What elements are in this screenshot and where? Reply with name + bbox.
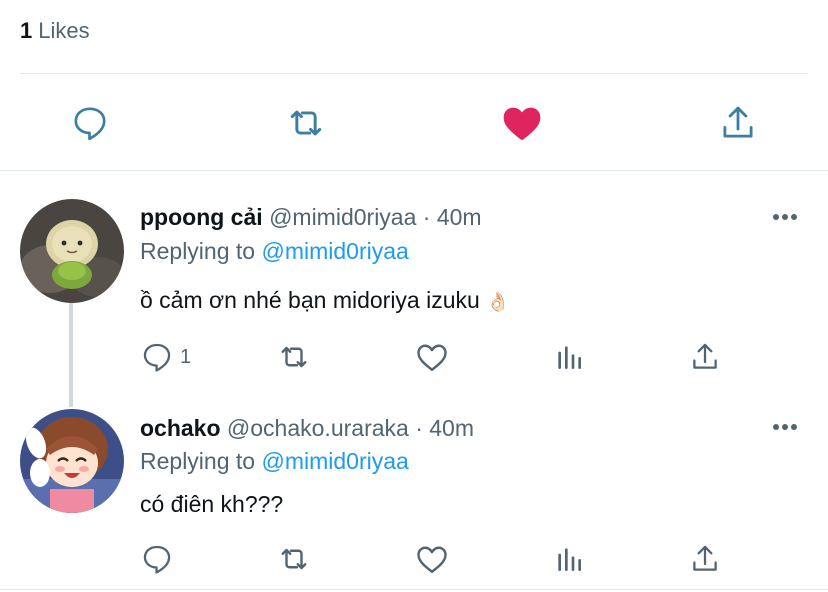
mention-link[interactable]: @mimid0riyaa (261, 238, 408, 264)
tweet-text: có điên kh??? (140, 491, 284, 517)
share-button[interactable] (713, 98, 763, 148)
tweet-text: ồ cảm ơn nhé bạn midoriya izuku 👌🏻 (140, 287, 510, 314)
timestamp[interactable]: 40m (429, 415, 474, 441)
like-button[interactable] (414, 541, 450, 577)
avatar-image (20, 409, 124, 513)
more-options-button[interactable] (770, 207, 800, 227)
analytics-icon (558, 346, 581, 369)
separator: · (415, 415, 423, 441)
analytics-button[interactable] (553, 541, 585, 577)
reply-tweet[interactable]: ochako @ochako.uraraka · 40m Replying to… (0, 385, 828, 592)
like-button[interactable] (414, 339, 450, 375)
retweet-icon (281, 548, 307, 570)
share-icon (723, 106, 753, 138)
retweet-icon (290, 110, 322, 136)
tweet-header: ppoong cải @mimid0riyaa · 40m (140, 204, 482, 231)
handle[interactable]: @ochako.uraraka (227, 415, 409, 441)
replying-label: Replying to (140, 448, 256, 474)
retweet-button[interactable] (276, 541, 312, 577)
tweet-action-bar: 1 (140, 339, 740, 375)
like-button[interactable] (497, 98, 547, 148)
replying-to: Replying to @mimid0riyaa (140, 448, 409, 475)
likes-summary[interactable]: 1 Likes (20, 18, 90, 44)
display-name[interactable]: ppoong cải (140, 204, 263, 230)
reply-button[interactable]: 1 (140, 339, 191, 375)
separator: · (422, 204, 431, 230)
avatar[interactable] (20, 409, 124, 513)
main-action-bar (0, 98, 828, 148)
share-button[interactable] (688, 339, 722, 375)
tweet-header: ochako @ochako.uraraka · 40m (140, 415, 474, 442)
heart-icon (417, 546, 447, 573)
replying-to: Replying to @mimid0riyaa (140, 238, 409, 265)
analytics-icon (558, 548, 581, 571)
reply-button[interactable] (140, 541, 174, 577)
heart-icon (417, 344, 447, 371)
analytics-button[interactable] (553, 339, 585, 375)
more-options-button[interactable] (770, 417, 800, 437)
tweet-text-content: ồ cảm ơn nhé bạn midoriya izuku (140, 287, 480, 313)
avatar-image (20, 199, 124, 303)
comment-icon (74, 107, 106, 141)
retweet-button[interactable] (276, 339, 312, 375)
divider (0, 589, 828, 590)
tweet-action-bar (140, 541, 740, 577)
more-icon (773, 214, 797, 220)
more-icon (773, 424, 797, 430)
avatar[interactable] (20, 199, 124, 303)
share-button[interactable] (688, 541, 722, 577)
ok-hand-emoji: 👌🏻 (486, 292, 510, 313)
mention-link[interactable]: @mimid0riyaa (261, 448, 408, 474)
replying-label: Replying to (140, 238, 256, 264)
retweet-icon (281, 346, 307, 368)
comment-icon (143, 343, 171, 372)
comment-icon (143, 545, 171, 574)
share-icon (693, 343, 717, 369)
retweet-button[interactable] (281, 98, 331, 148)
timestamp[interactable]: 40m (437, 204, 482, 230)
share-icon (693, 545, 717, 571)
display-name[interactable]: ochako (140, 415, 221, 441)
likes-label: Likes (38, 18, 90, 43)
divider (20, 73, 808, 74)
handle[interactable]: @mimid0riyaa (269, 204, 416, 230)
reply-count: 1 (180, 345, 192, 368)
likes-count: 1 (20, 18, 33, 43)
reply-tweet[interactable]: ppoong cải @mimid0riyaa · 40m Replying t… (0, 171, 828, 407)
heart-filled-icon (503, 107, 541, 140)
reply-button[interactable] (65, 98, 115, 148)
